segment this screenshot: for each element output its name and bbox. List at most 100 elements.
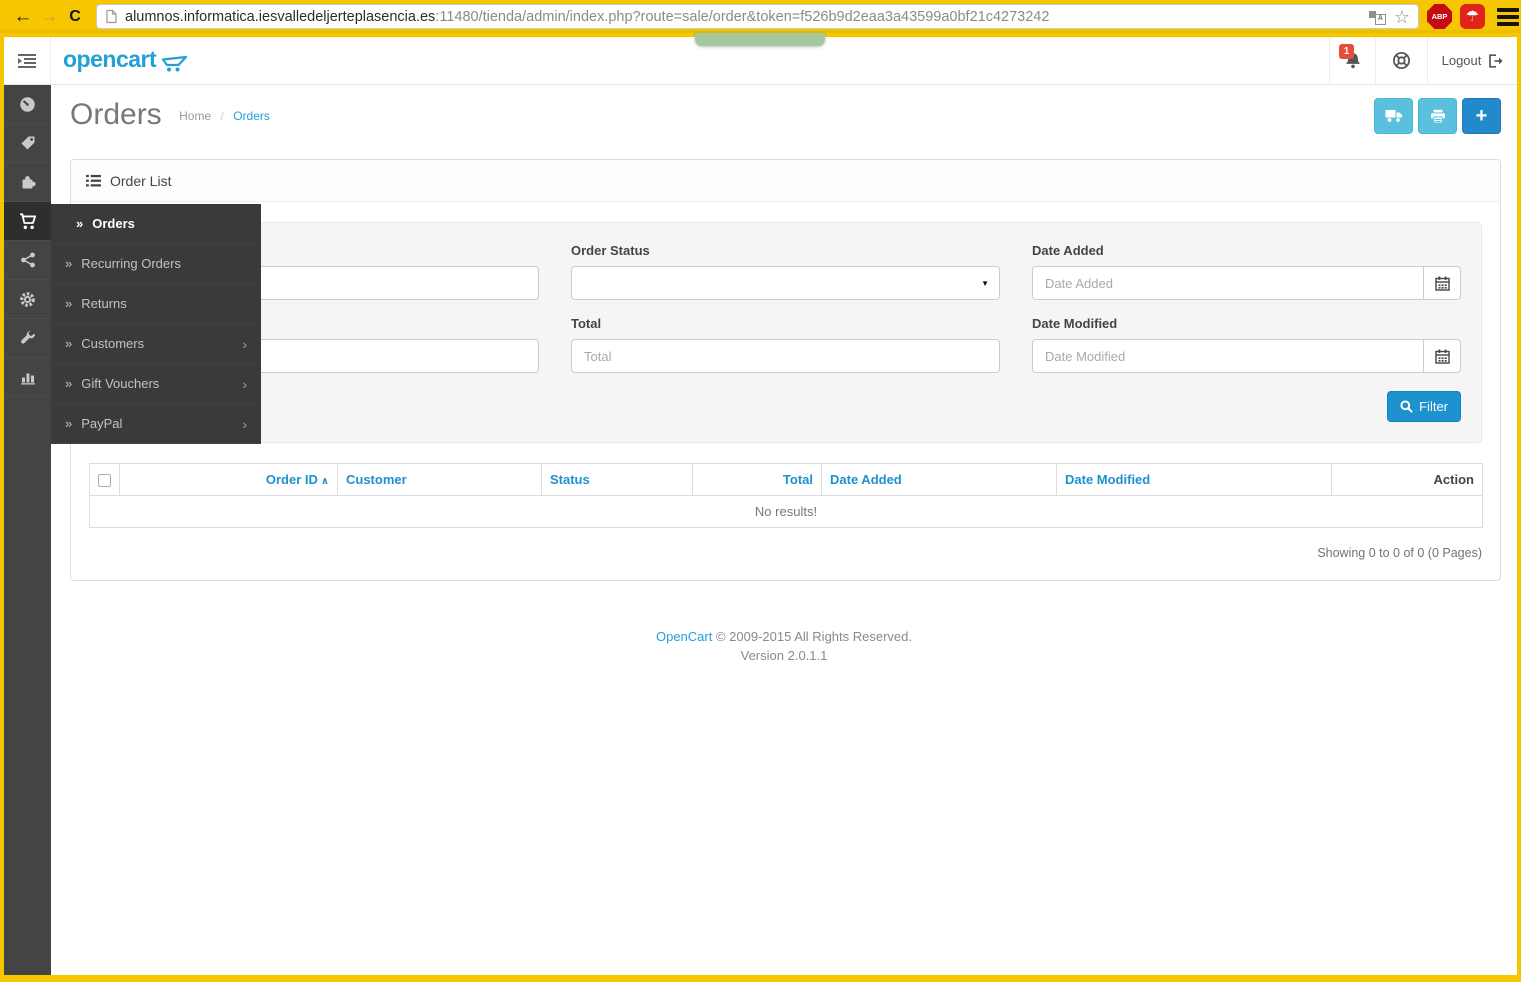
sort-total[interactable]: Total — [783, 472, 813, 487]
double-chevron-icon: » — [65, 416, 73, 431]
sidebar-item-system[interactable] — [4, 280, 51, 319]
breadcrumb: Home / Orders — [179, 109, 270, 123]
cart-icon — [19, 212, 36, 229]
sidebar-item-sales[interactable] — [4, 202, 51, 241]
sidebar-item-dashboard[interactable] — [4, 85, 51, 124]
calendar-icon — [1434, 349, 1450, 364]
notification-badge: 1 — [1339, 44, 1354, 59]
address-bar[interactable]: alumnos.informatica.iesvalledeljerteplas… — [96, 4, 1419, 29]
table-header-row: Order ID ∧ Customer Status Total Date Add… — [89, 462, 1483, 497]
puzzle-icon — [22, 176, 36, 189]
breadcrumb-orders[interactable]: Orders — [233, 109, 270, 123]
main-content: Orders Home / Orders + Order List Order … — [51, 85, 1517, 975]
add-order-button[interactable]: + — [1462, 98, 1501, 134]
date-modified-calendar-button[interactable] — [1424, 339, 1461, 373]
share-icon — [20, 252, 35, 268]
logout-icon — [1489, 53, 1503, 68]
url-text[interactable]: alumnos.informatica.iesvalledeljerteplas… — [125, 9, 1369, 25]
adblock-extension-icon[interactable]: ABP — [1427, 4, 1452, 29]
caret-down-icon: ▼ — [981, 278, 989, 288]
filter-column-right: Date Added Date Added Date Modified Date… — [1032, 243, 1461, 422]
sidebar-item-marketing[interactable] — [4, 241, 51, 280]
sort-customer[interactable]: Customer — [346, 472, 407, 487]
action-column-header: Action — [1433, 472, 1474, 488]
submenu-label: Returns — [81, 296, 127, 311]
sidebar-item-reports[interactable] — [4, 358, 51, 397]
sidebar-item-extensions[interactable] — [4, 163, 51, 202]
date-modified-input[interactable] — [1032, 339, 1424, 373]
total-input[interactable] — [571, 339, 1000, 373]
sort-date-added[interactable]: Date Added — [830, 472, 902, 487]
select-all-checkbox[interactable] — [98, 474, 111, 488]
browser-back-button[interactable]: ← — [10, 0, 36, 33]
footer: OpenCart © 2009-2015 All Rights Reserved… — [51, 627, 1517, 665]
submenu-label: Orders — [92, 216, 135, 231]
double-chevron-icon: » — [65, 336, 73, 351]
footer-opencart-link[interactable]: OpenCart — [656, 629, 712, 644]
bookmark-star-icon[interactable]: ☆ — [1394, 8, 1410, 26]
submenu-item-orders[interactable]: » Orders — [51, 204, 261, 244]
notifications-button[interactable]: 1 — [1329, 37, 1375, 84]
order-status-label: Order Status — [571, 243, 650, 258]
no-results-text: No results! — [89, 495, 1483, 529]
sort-order-id[interactable]: Order ID — [266, 472, 318, 487]
submenu-item-gift-vouchers[interactable]: » Gift Vouchers › — [51, 364, 261, 404]
panel-heading-label: Order List — [110, 172, 172, 189]
submenu-label: Customers — [81, 336, 145, 351]
cart-logo-icon — [162, 55, 188, 72]
breadcrumb-home[interactable]: Home — [179, 109, 211, 123]
sidebar-item-tools[interactable] — [4, 319, 51, 358]
sidebar-toggle-button[interactable] — [4, 37, 51, 84]
opencart-admin-window: opencart 1 Logout » Orders » Recurring O… — [4, 37, 1517, 975]
opencart-logo[interactable]: opencart — [63, 46, 188, 72]
sort-date-modified[interactable]: Date Modified — [1065, 472, 1150, 487]
browser-chrome: ← → C alumnos.informatica.iesvalledeljer… — [0, 0, 1521, 33]
avira-extension-icon[interactable]: ☂ — [1460, 4, 1485, 29]
double-chevron-icon: » — [76, 216, 84, 231]
sidebar — [4, 85, 51, 975]
double-chevron-icon: » — [65, 296, 73, 311]
print-invoice-button[interactable] — [1418, 98, 1457, 134]
dashboard-icon — [20, 96, 35, 112]
browser-forward-button[interactable]: → — [36, 0, 62, 33]
logout-button[interactable]: Logout — [1427, 37, 1517, 84]
filter-button[interactable]: Filter — [1387, 391, 1461, 422]
breadcrumb-separator: / — [220, 109, 224, 123]
sidebar-item-catalog[interactable] — [4, 124, 51, 163]
help-button[interactable] — [1375, 37, 1427, 84]
indent-icon — [18, 53, 36, 68]
submenu-item-returns[interactable]: » Returns — [51, 284, 261, 324]
wrench-icon — [20, 330, 35, 344]
translate-icon[interactable]: A — [1368, 9, 1386, 25]
page-title: Orders — [70, 98, 162, 131]
sort-status[interactable]: Status — [550, 472, 590, 487]
filter-button-label: Filter — [1419, 399, 1448, 414]
browser-menu-icon[interactable] — [1497, 7, 1519, 26]
browser-reload-button[interactable]: C — [62, 0, 88, 33]
submenu-item-recurring-orders[interactable]: » Recurring Orders — [51, 244, 261, 284]
submenu-item-paypal[interactable]: » PayPal › — [51, 404, 261, 444]
order-list-panel: Order List Order Status ▼ Total Total Da… — [70, 159, 1501, 582]
calendar-icon — [1434, 276, 1450, 291]
search-icon — [1400, 400, 1413, 413]
plus-icon: + — [1475, 105, 1488, 127]
page-doc-icon — [105, 9, 118, 24]
date-added-calendar-button[interactable] — [1424, 266, 1461, 300]
double-chevron-icon: » — [65, 376, 73, 391]
submenu-label: PayPal — [81, 416, 123, 431]
filter-column-middle: Order Status ▼ Total — [571, 243, 1000, 422]
orders-table: Order ID ∧ Customer Status Total Date Add… — [89, 462, 1483, 529]
chevron-right-icon: › — [242, 375, 247, 392]
footer-version: Version 2.0.1.1 — [740, 648, 828, 664]
footer-copyright: © 2009-2015 All Rights Reserved. — [715, 629, 913, 645]
printer-icon — [1430, 109, 1445, 123]
submenu-label: Recurring Orders — [81, 256, 181, 271]
date-added-input[interactable] — [1032, 266, 1424, 300]
life-ring-icon — [1393, 52, 1410, 69]
order-status-select[interactable]: ▼ — [571, 266, 1000, 300]
truck-icon — [1385, 110, 1402, 122]
submenu-item-customers[interactable]: » Customers › — [51, 324, 261, 364]
filter-well: Order Status ▼ Total Date Added — [89, 222, 1482, 443]
shipping-list-button[interactable] — [1374, 98, 1413, 134]
sales-submenu: » Orders » Recurring Orders » Returns » … — [51, 204, 261, 444]
